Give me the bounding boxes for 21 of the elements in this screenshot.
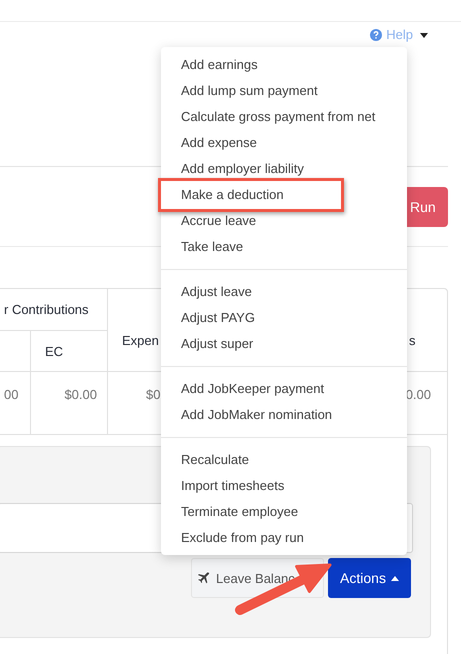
menu-item[interactable]: Add earnings (161, 52, 407, 78)
menu-item[interactable]: Recalculate (161, 447, 407, 473)
table-cell: $0.00 (31, 372, 108, 435)
menu-item[interactable]: Make a deduction (158, 178, 344, 212)
menu-item[interactable]: Add expense (161, 130, 407, 156)
menu-item[interactable]: Calculate gross payment from net (161, 104, 407, 130)
help-icon (370, 28, 382, 40)
column-header: EC (31, 331, 108, 372)
header-cell (0, 331, 31, 372)
actions-button[interactable]: Actions (328, 558, 411, 598)
menu-item[interactable]: Take leave (161, 234, 407, 260)
menu-item[interactable]: Terminate employee (161, 499, 407, 525)
airplane-icon (198, 572, 210, 584)
caret-down-icon[interactable] (420, 33, 428, 38)
caret-up-icon (390, 576, 399, 580)
column-group-header: r Contributions (0, 289, 108, 331)
menu-item[interactable]: Exclude from pay run (161, 525, 407, 551)
menu-item[interactable]: Import timesheets (161, 473, 407, 499)
table-cell: 00 (0, 372, 31, 435)
run-button[interactable]: Run (405, 187, 448, 227)
menu-item[interactable]: Add lump sum payment (161, 78, 407, 104)
